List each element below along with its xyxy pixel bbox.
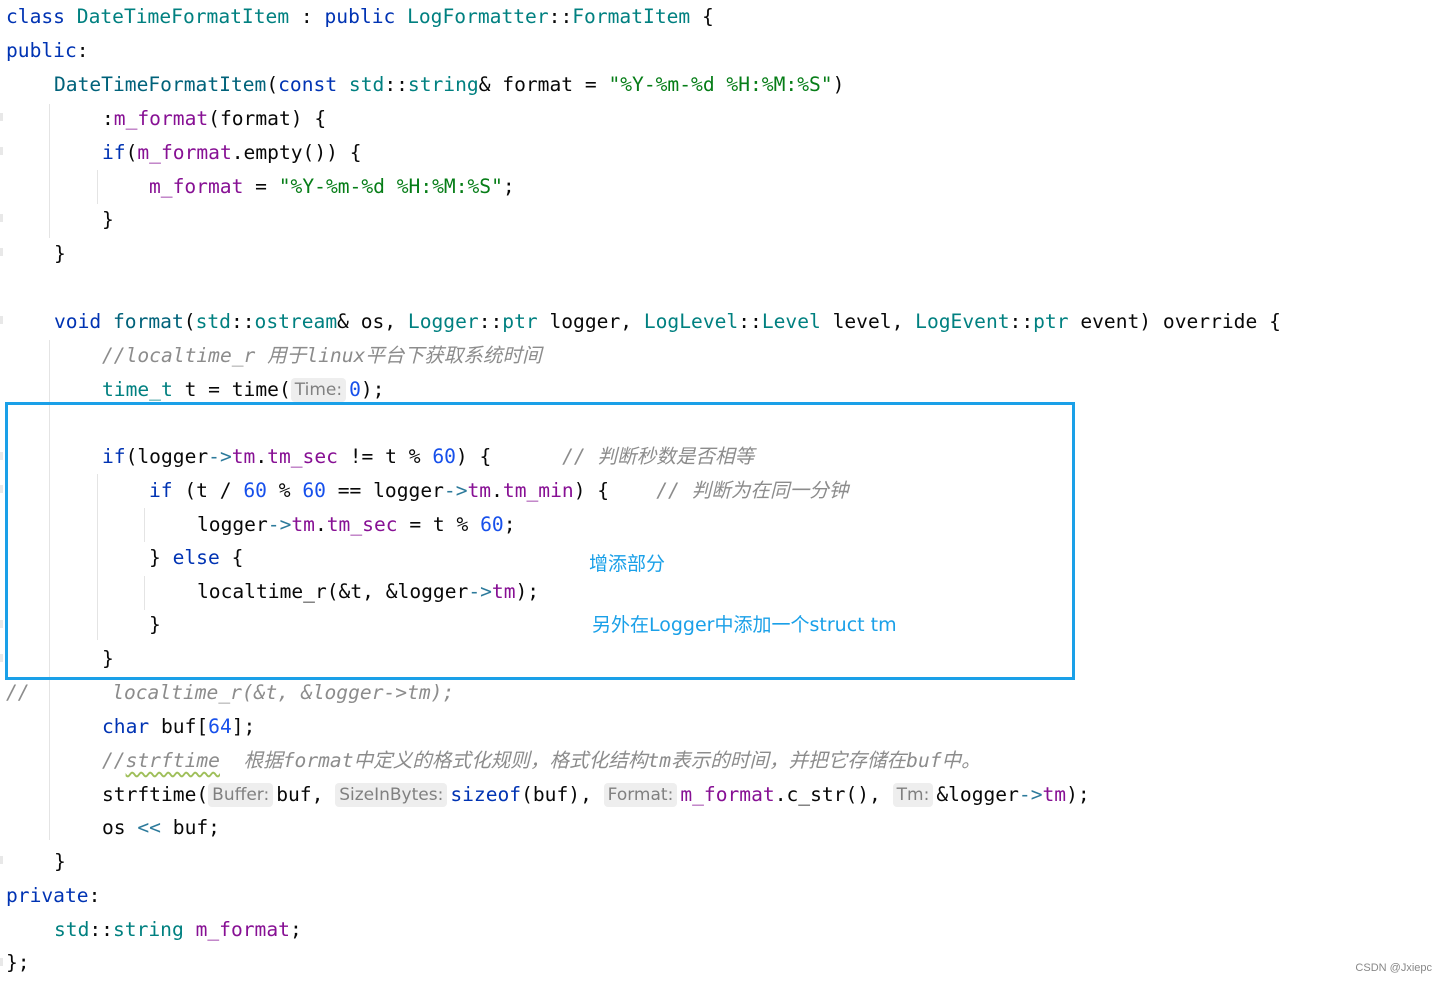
keyword: public bbox=[324, 5, 396, 28]
method-name: format bbox=[112, 310, 184, 333]
fold-marker[interactable] bbox=[0, 248, 3, 256]
indent-guide bbox=[49, 104, 50, 238]
keyword: private bbox=[6, 884, 89, 907]
code-line[interactable]: } bbox=[102, 203, 114, 237]
parameter-hint: Tm: bbox=[892, 783, 934, 807]
namespace: std bbox=[195, 310, 231, 333]
class-name: ptr bbox=[1033, 310, 1069, 333]
class-name: Level bbox=[761, 310, 821, 333]
class-name: string bbox=[112, 918, 184, 941]
code-line[interactable]: public: bbox=[6, 34, 89, 68]
operator: << bbox=[137, 816, 161, 839]
fold-marker[interactable] bbox=[0, 214, 3, 222]
fold-marker[interactable] bbox=[0, 654, 3, 662]
keyword: char bbox=[102, 715, 150, 738]
fold-marker[interactable] bbox=[0, 452, 3, 460]
class-name: ostream bbox=[254, 310, 338, 333]
constructor-name: DateTimeFormatItem bbox=[54, 73, 267, 96]
code-line[interactable]: os << buf; bbox=[102, 811, 220, 845]
code-line[interactable]: :m_format(format) { bbox=[102, 102, 326, 136]
fold-marker[interactable] bbox=[0, 316, 3, 324]
field: m_format bbox=[195, 918, 290, 941]
highlight-box bbox=[5, 402, 1075, 680]
string-literal: "%Y-%m-%d %H:%M:%S" bbox=[608, 73, 833, 96]
class-name: LogLevel bbox=[643, 310, 739, 333]
code-line[interactable]: }; bbox=[6, 946, 30, 980]
code-line[interactable]: m_format = "%Y-%m-%d %H:%M:%S"; bbox=[149, 170, 515, 204]
code-line[interactable]: } bbox=[54, 237, 66, 271]
keyword: if bbox=[102, 141, 126, 164]
field: tm bbox=[1042, 783, 1067, 806]
string-literal: "%Y-%m-%d %H:%M:%S" bbox=[278, 175, 503, 198]
fold-marker[interactable] bbox=[0, 147, 3, 155]
class-name: FormatItem bbox=[572, 5, 691, 28]
namespace: std bbox=[54, 918, 90, 941]
parameter-hint: SizeInBytes: bbox=[335, 783, 448, 807]
type-name: time_t bbox=[102, 378, 173, 401]
annotation-struct-note: 另外在Logger中添加一个struct tm bbox=[592, 614, 897, 636]
keyword: public bbox=[6, 39, 77, 62]
code-comment[interactable]: //localtime_r 用于linux平台下获取系统时间 bbox=[102, 339, 542, 373]
code-line[interactable]: private: bbox=[6, 879, 100, 913]
fold-marker[interactable] bbox=[0, 485, 3, 493]
parameter-hint: Buffer: bbox=[208, 783, 274, 807]
namespace: std bbox=[348, 73, 385, 96]
class-name: LogFormatter bbox=[407, 5, 549, 28]
parameter-hint: Format: bbox=[603, 783, 678, 807]
code-line[interactable]: strftime(Buffer: buf, SizeInBytes: sizeof(… bbox=[102, 778, 1090, 812]
keyword: void bbox=[54, 310, 102, 333]
code-comment[interactable]: // localtime_r(&t, &logger->tm); bbox=[6, 676, 454, 710]
code-line[interactable]: std::string m_format; bbox=[54, 913, 302, 947]
fold-marker[interactable] bbox=[0, 856, 3, 864]
keyword: class bbox=[6, 5, 65, 28]
annotation-added-part: 增添部分 bbox=[589, 553, 666, 575]
code-line[interactable]: } bbox=[54, 845, 66, 879]
class-name: DateTimeFormatItem bbox=[76, 5, 290, 28]
fold-marker[interactable] bbox=[0, 620, 3, 628]
operator: -> bbox=[1018, 783, 1043, 806]
class-name: ptr bbox=[502, 310, 538, 333]
code-editor[interactable]: class DateTimeFormatItem : public LogFor… bbox=[0, 0, 1446, 982]
class-name: Logger bbox=[407, 310, 479, 333]
field: m_format bbox=[680, 783, 775, 806]
number: 64 bbox=[208, 715, 232, 738]
code-line[interactable]: if(m_format.empty()) { bbox=[102, 136, 362, 170]
fold-marker[interactable] bbox=[0, 113, 3, 121]
class-name: string bbox=[407, 73, 479, 96]
parameter-hint: Time: bbox=[290, 378, 347, 402]
code-line[interactable]: class DateTimeFormatItem : public LogFor… bbox=[6, 0, 714, 34]
spellcheck-word: strftime bbox=[125, 749, 220, 772]
field: m_format bbox=[113, 107, 209, 130]
field: m_format bbox=[149, 175, 244, 198]
keyword: sizeof bbox=[450, 783, 522, 806]
fold-marker[interactable] bbox=[0, 958, 3, 966]
number: 0 bbox=[349, 378, 361, 401]
class-name: LogEvent bbox=[915, 310, 1010, 333]
code-comment[interactable]: //strftime 根据format中定义的格式化规则，格式化结构tm表示的时… bbox=[102, 744, 981, 778]
keyword: const bbox=[278, 73, 338, 96]
field: m_format bbox=[137, 141, 232, 164]
watermark: CSDN @Jxiepc bbox=[1355, 962, 1432, 974]
indent-guide bbox=[97, 170, 98, 204]
code-line[interactable]: void format(std::ostream& os, Logger::pt… bbox=[54, 305, 1281, 339]
code-line[interactable]: DateTimeFormatItem(const std::string& fo… bbox=[54, 68, 844, 102]
code-line[interactable]: char buf[64]; bbox=[102, 710, 255, 744]
